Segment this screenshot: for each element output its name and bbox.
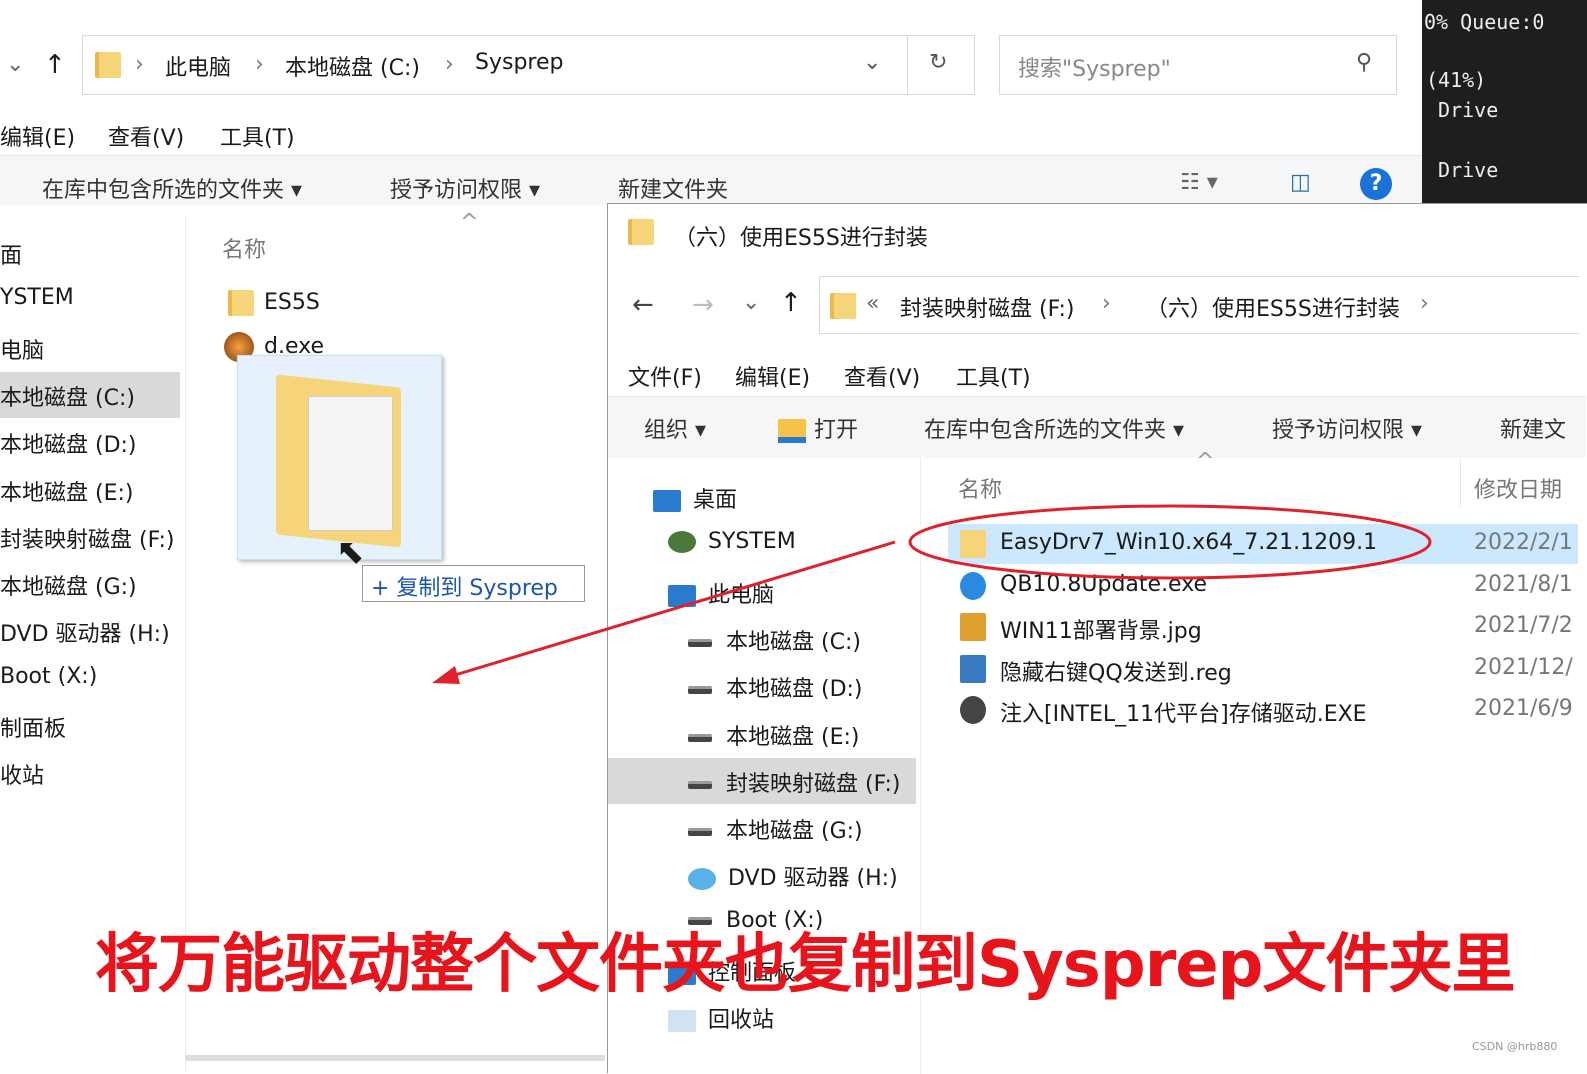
annotation-caption: 将万能驱动整个文件夹也复制到Sysprep文件夹里 <box>95 928 1516 1002</box>
arrow-head-icon <box>432 666 460 684</box>
annotation-arrow <box>444 540 896 680</box>
annotation-overlay <box>432 504 1432 684</box>
watermark: CSDN @hrb880 <box>1472 1040 1558 1053</box>
highlight-ellipse <box>908 504 1432 580</box>
